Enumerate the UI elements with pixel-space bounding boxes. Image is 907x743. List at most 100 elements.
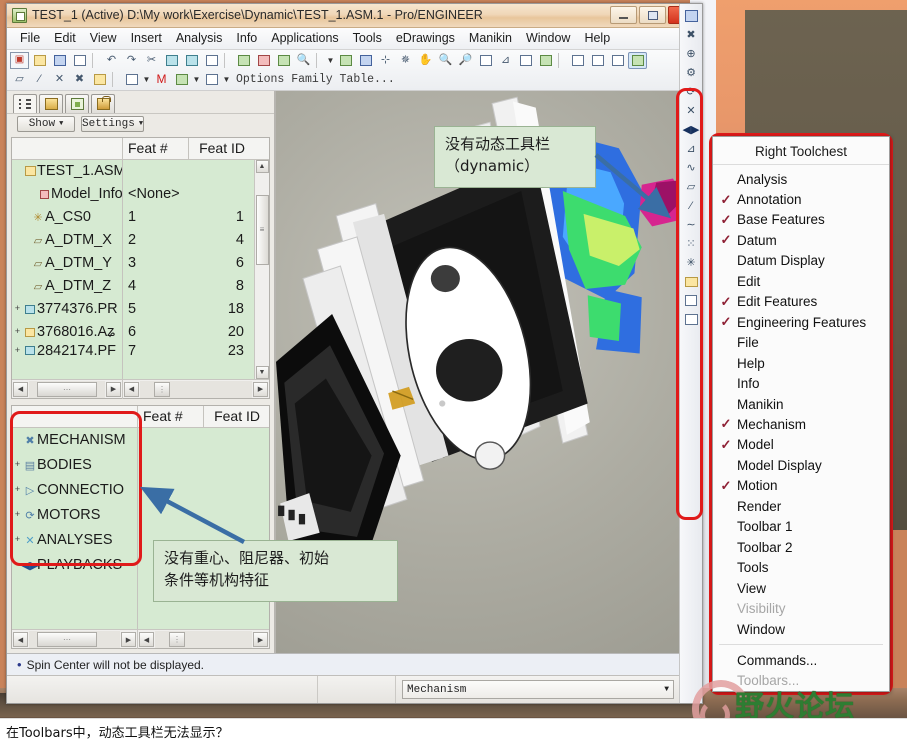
cam-icon[interactable]	[90, 71, 109, 88]
hscroll-right-button[interactable]: ▶	[106, 381, 121, 397]
hscroll-right-button-4[interactable]: ▶	[253, 632, 268, 648]
scroll-up-button[interactable]: ▲	[255, 159, 269, 173]
tree-expander[interactable]: +	[12, 346, 23, 356]
menu-item-edit-features[interactable]: ✓ Edit Features	[713, 292, 889, 312]
table-icon[interactable]	[682, 311, 701, 328]
measure-icon[interactable]: ⊿	[682, 140, 701, 157]
tree-expander[interactable]: +	[12, 510, 23, 520]
table-row[interactable]: TEST_1.ASM	[12, 160, 122, 183]
cylinder-joint-icon[interactable]: ✖	[70, 71, 89, 88]
paste-special-icon[interactable]	[202, 52, 221, 69]
list-item[interactable]: + ✕ ANALYSES	[12, 528, 137, 553]
shading-icon[interactable]	[628, 51, 647, 69]
hscroll-left-button-2[interactable]: ◀	[124, 381, 139, 397]
menu-manikin[interactable]: Manikin	[462, 30, 519, 46]
menu-file[interactable]: File	[13, 30, 47, 46]
menu-window[interactable]: Window	[519, 30, 577, 46]
show-button[interactable]: Show ▼	[17, 116, 75, 133]
menu-item-model[interactable]: ✓ Model	[713, 435, 889, 455]
scroll-thumb[interactable]: ≡	[255, 194, 269, 265]
hscroll-track-2[interactable]: ⋮	[140, 380, 252, 398]
menu-item-base-features[interactable]: ✓ Base Features	[713, 210, 889, 230]
dragger-icon[interactable]	[682, 7, 701, 24]
menu-item-annotation[interactable]: ✓ Annotation	[713, 189, 889, 209]
toolbar-dropdown-4[interactable]: ▼	[222, 75, 231, 84]
feat-num-header[interactable]: Feat #	[122, 137, 188, 159]
menu-item-render[interactable]: Render	[713, 496, 889, 516]
layer-icon[interactable]	[336, 52, 355, 69]
tab-model-tree[interactable]	[13, 93, 37, 113]
tree-expander[interactable]: +	[12, 304, 23, 314]
regenerate-icon[interactable]	[234, 52, 253, 69]
hscroll-thumb-2[interactable]: ⋮	[154, 381, 170, 397]
layers-stack-icon[interactable]	[536, 52, 555, 69]
regenerate-all-icon[interactable]	[254, 52, 273, 69]
menu-item-edit[interactable]: Edit	[713, 271, 889, 291]
menu-item-toolbars[interactable]: Toolbars...	[713, 671, 889, 691]
menu-item-motion[interactable]: ✓ Motion	[713, 476, 889, 496]
hscroll-left-button-3[interactable]: ◀	[13, 632, 28, 648]
cut-icon[interactable]: ✂	[142, 52, 161, 69]
menu-applications[interactable]: Applications	[264, 30, 345, 46]
new-map-icon[interactable]	[122, 71, 141, 88]
zoom-in-icon[interactable]: 🔍	[436, 52, 455, 69]
menu-item-window[interactable]: Window	[713, 619, 889, 639]
units-icon[interactable]	[202, 71, 221, 88]
name-hscroll[interactable]: ◀ ⋯ ▶	[12, 380, 122, 399]
menu-item-toolbar-1[interactable]: Toolbar 1	[713, 517, 889, 537]
sketch-icon-2[interactable]	[682, 273, 701, 290]
datum-display-icon[interactable]: ⊿	[496, 52, 515, 69]
hidden-line-icon[interactable]	[588, 52, 607, 69]
chevron-down-icon-3[interactable]: ▼	[664, 685, 669, 694]
menu-item-model-display[interactable]: Model Display	[713, 455, 889, 475]
table-row[interactable]: + 3768016.Aʑ	[12, 321, 122, 344]
menu-item-toolbar-2[interactable]: Toolbar 2	[713, 537, 889, 557]
menu-item-help[interactable]: Help	[713, 353, 889, 373]
wireframe-icon[interactable]	[568, 52, 587, 69]
settings-button[interactable]: Settings ▼	[81, 116, 145, 133]
mechanism-connect-icon[interactable]: ✖	[682, 26, 701, 43]
menu-item-info[interactable]: Info	[713, 373, 889, 393]
table-row[interactable]: + 3774376.PR	[12, 298, 122, 321]
list-item[interactable]: ✖ MECHANISM	[12, 428, 137, 453]
print-icon[interactable]	[70, 52, 89, 69]
menu-item-engineering-features[interactable]: ✓ Engineering Features	[713, 312, 889, 332]
pan-icon[interactable]: ✋	[416, 52, 435, 69]
toolbar-dropdown-3[interactable]: ▼	[192, 75, 201, 84]
gear-icon[interactable]: ⚙	[682, 64, 701, 81]
menu-item-analysis[interactable]: Analysis	[713, 169, 889, 189]
axis-display-icon[interactable]	[516, 52, 535, 69]
mech-num-hscroll[interactable]: ◀ ⋮ ▶	[137, 630, 269, 650]
hscroll-track-3[interactable]: ⋯	[29, 631, 120, 649]
hscroll-thumb-3[interactable]: ⋯	[37, 632, 97, 648]
list-item[interactable]: ◀▶ PLAYBACKS	[12, 553, 137, 578]
mech-feat-id-header[interactable]: Feat ID	[203, 405, 269, 427]
selection-filter-dropdown[interactable]: Mechanism ▼	[402, 680, 674, 700]
hscroll-left-button[interactable]: ◀	[13, 381, 28, 397]
scroll-down-button[interactable]: ▼	[255, 365, 269, 379]
body-icon[interactable]: ▱	[10, 71, 29, 88]
table-row[interactable]: ▱ A_DTM_Z	[12, 275, 122, 298]
save-icon[interactable]	[50, 52, 69, 69]
tab-folder-browser[interactable]	[39, 93, 63, 113]
toolbar-dropdown-2[interactable]: ▼	[142, 75, 151, 84]
table-row[interactable]: ✳ A_CS0	[12, 206, 122, 229]
sketch-icon[interactable]	[356, 52, 375, 69]
curve-icon[interactable]: ∼	[682, 216, 701, 233]
tab-connections[interactable]	[91, 93, 115, 113]
find-icon[interactable]: 🔍	[294, 52, 313, 69]
mechanism-color-icon[interactable]: M	[152, 71, 171, 88]
feat-id-header[interactable]: Feat ID	[188, 137, 254, 159]
menu-item-datum[interactable]: ✓ Datum	[713, 230, 889, 250]
menu-edrawings[interactable]: eDrawings	[389, 30, 462, 46]
trace-curve-icon[interactable]: ∿	[682, 159, 701, 176]
new-icon[interactable]: ▣	[10, 51, 29, 69]
pattern-icon[interactable]	[682, 292, 701, 309]
copy-icon[interactable]	[162, 52, 181, 69]
menu-info[interactable]: Info	[229, 30, 264, 46]
datum-axis-icon[interactable]: ⁄	[682, 197, 701, 214]
menu-insert[interactable]: Insert	[124, 30, 169, 46]
tree-expander[interactable]: +	[12, 485, 23, 495]
playback-icon-2[interactable]: ◀▶	[682, 121, 701, 138]
analysis-run-icon[interactable]: ✕	[682, 102, 701, 119]
